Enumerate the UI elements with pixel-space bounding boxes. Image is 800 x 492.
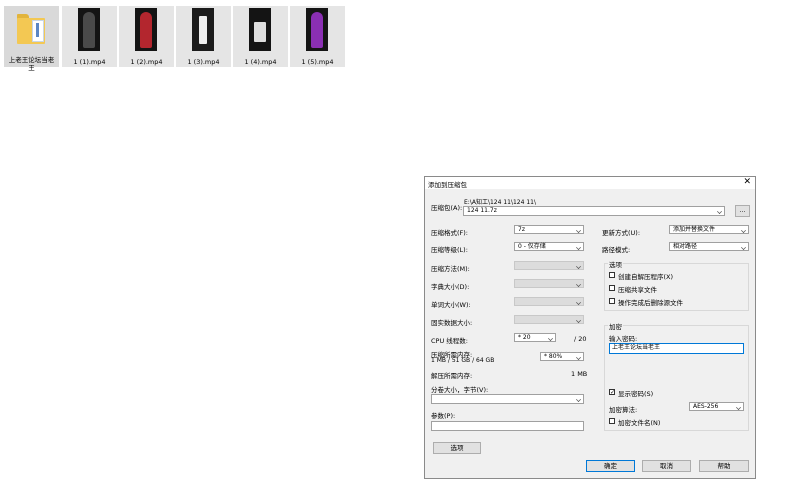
cpu-max: / 20 bbox=[574, 335, 587, 343]
chevron-down-icon bbox=[736, 405, 741, 410]
chevron-down-icon bbox=[576, 245, 581, 250]
memory-detail: 1 MB / 51 GB / 64 GB bbox=[431, 357, 495, 364]
solid-select bbox=[514, 315, 584, 324]
encryption-group-title: 加密 bbox=[608, 321, 623, 331]
archive-label: 压缩包(A): bbox=[431, 204, 463, 212]
file-label: 1 (4).mp4 bbox=[244, 58, 277, 66]
format-value: 7z bbox=[518, 226, 525, 233]
level-select[interactable]: 0 - 仅存储 bbox=[514, 242, 584, 251]
dialog-title: 添加到压缩包 bbox=[428, 181, 467, 189]
file-label: 1 (2).mp4 bbox=[130, 58, 163, 66]
file-label: 1 (3).mp4 bbox=[187, 58, 220, 66]
video-thumbnail bbox=[78, 8, 100, 51]
folder-paper bbox=[32, 20, 44, 42]
browse-button[interactable]: ... bbox=[735, 205, 750, 217]
file-video-3[interactable]: 1 (3).mp4 bbox=[176, 6, 231, 67]
params-label: 参数(P): bbox=[431, 412, 456, 420]
encrypt-names-label: 加密文件名(N) bbox=[618, 419, 661, 427]
split-size-combo[interactable] bbox=[431, 394, 584, 404]
options-button[interactable]: 选项 bbox=[433, 442, 481, 454]
file-video-1[interactable]: 1 (1).mp4 bbox=[62, 6, 117, 67]
encrypt-names-checkbox[interactable] bbox=[609, 418, 615, 424]
file-video-2[interactable]: 1 (2).mp4 bbox=[119, 6, 174, 67]
chevron-down-icon bbox=[576, 397, 581, 402]
chevron-down-icon bbox=[576, 300, 581, 305]
word-label: 单词大小(W): bbox=[431, 301, 471, 309]
chevron-down-icon bbox=[576, 355, 581, 360]
options-group-title: 选项 bbox=[608, 259, 623, 269]
sfx-label: 创建自解压程序(X) bbox=[618, 273, 674, 281]
params-input[interactable] bbox=[431, 421, 584, 431]
archive-path: E:\A知工\124 11\124 11\ bbox=[464, 199, 536, 206]
memory-select[interactable]: * 80% bbox=[540, 352, 584, 361]
ok-button[interactable]: 确定 bbox=[586, 460, 635, 472]
chevron-down-icon bbox=[576, 228, 581, 233]
cpu-value: * 20 bbox=[518, 334, 531, 341]
chevron-down-icon bbox=[548, 336, 553, 341]
chevron-down-icon bbox=[741, 228, 746, 233]
file-video-5[interactable]: 1 (5).mp4 bbox=[290, 6, 345, 67]
cancel-button[interactable]: 取消 bbox=[642, 460, 691, 472]
chevron-down-icon bbox=[576, 264, 581, 269]
password-label: 输入密码: bbox=[609, 335, 638, 343]
memory-value: * 80% bbox=[544, 353, 563, 360]
format-label: 压缩格式(F): bbox=[431, 229, 469, 237]
decomp-label: 解压所需内存: bbox=[431, 372, 473, 380]
delete-checkbox[interactable] bbox=[609, 298, 615, 304]
chevron-down-icon bbox=[741, 245, 746, 250]
path-mode-label: 路径模式: bbox=[602, 246, 631, 254]
path-mode-select[interactable]: 相对路径 bbox=[669, 242, 749, 251]
archive-name-value: 124 11.7z bbox=[467, 207, 497, 214]
chevron-down-icon bbox=[576, 318, 581, 323]
solid-label: 固实数据大小: bbox=[431, 319, 473, 327]
password-value: 上老王论坛当老王 bbox=[612, 344, 661, 351]
file-label: 1 (5).mp4 bbox=[301, 58, 334, 66]
word-select bbox=[514, 297, 584, 306]
level-value: 0 - 仅存储 bbox=[518, 243, 546, 250]
cpu-select[interactable]: * 20 bbox=[514, 333, 556, 342]
encryption-method-value: AES-256 bbox=[693, 403, 719, 410]
check-icon: ✓ bbox=[610, 389, 616, 396]
file-label: 1 (1).mp4 bbox=[73, 58, 106, 66]
show-password-label: 显示密码(S) bbox=[618, 390, 654, 398]
shared-label: 压缩共享文件 bbox=[618, 286, 657, 294]
shared-checkbox[interactable] bbox=[609, 285, 615, 291]
decomp-value: 1 MB bbox=[571, 370, 588, 378]
file-video-4[interactable]: 1 (4).mp4 bbox=[233, 6, 288, 67]
chevron-down-icon bbox=[576, 282, 581, 287]
cpu-label: CPU 线程数: bbox=[431, 337, 468, 345]
video-thumbnail bbox=[249, 8, 271, 51]
sfx-checkbox[interactable] bbox=[609, 272, 615, 278]
encryption-method-label: 加密算法: bbox=[609, 406, 638, 414]
dict-select bbox=[514, 279, 584, 288]
path-mode-value: 相对路径 bbox=[673, 243, 698, 250]
update-label: 更新方式(U): bbox=[602, 229, 641, 237]
archive-name-combo[interactable]: 124 11.7z bbox=[463, 206, 725, 216]
split-label: 分卷大小，字节(V): bbox=[431, 386, 489, 394]
close-icon[interactable]: ✕ bbox=[743, 177, 751, 187]
title-bar: 添加到压缩包 ✕ bbox=[425, 177, 755, 189]
file-label: 上老王论坛当老王 bbox=[8, 56, 55, 72]
file-folder[interactable]: 上老王论坛当老王 bbox=[4, 6, 59, 72]
update-select[interactable]: 添加并替换文件 bbox=[669, 225, 749, 234]
add-to-archive-dialog: 添加到压缩包 ✕ 压缩包(A): E:\A知工\124 11\124 11\ 1… bbox=[424, 176, 756, 479]
show-password-checkbox[interactable]: ✓ bbox=[609, 389, 616, 396]
help-button[interactable]: 帮助 bbox=[699, 460, 749, 472]
update-value: 添加并替换文件 bbox=[673, 226, 716, 233]
delete-label: 操作完成后删除源文件 bbox=[618, 299, 683, 307]
video-thumbnail bbox=[192, 8, 214, 51]
chevron-down-icon bbox=[717, 209, 722, 214]
format-select[interactable]: 7z bbox=[514, 225, 584, 234]
password-input[interactable]: 上老王论坛当老王 bbox=[609, 343, 744, 354]
video-thumbnail bbox=[135, 8, 157, 51]
video-thumbnail bbox=[306, 8, 328, 51]
dict-label: 字典大小(D): bbox=[431, 283, 470, 291]
level-label: 压缩等级(L): bbox=[431, 246, 468, 254]
encryption-method-select[interactable]: AES-256 bbox=[689, 402, 744, 411]
method-select bbox=[514, 261, 584, 270]
method-label: 压缩方法(M): bbox=[431, 265, 470, 273]
